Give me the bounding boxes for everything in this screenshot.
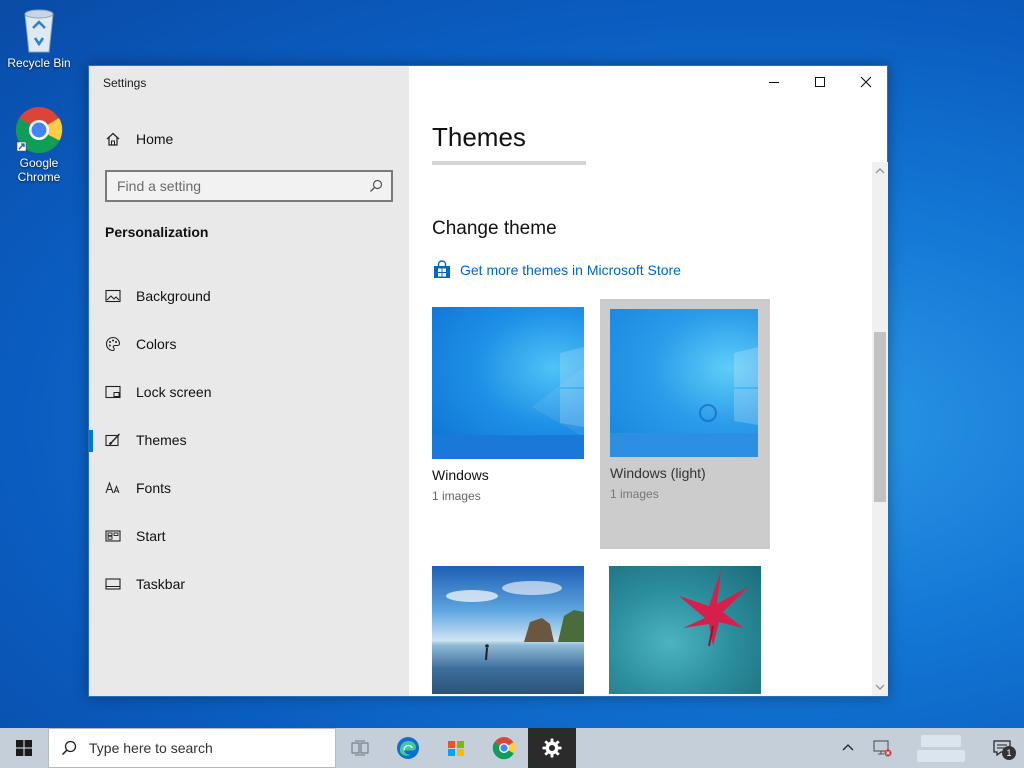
sidebar-section-title: Personalization: [105, 224, 209, 240]
taskbar-store-button[interactable]: [432, 728, 480, 768]
settings-window: Settings Home Find a setting Personaliza…: [88, 65, 888, 697]
content-scrollbar[interactable]: [872, 162, 888, 696]
sidebar-item-home[interactable]: Home: [105, 128, 173, 150]
notification-count-badge: 1: [1002, 746, 1016, 760]
task-view-button[interactable]: [336, 728, 384, 768]
sidebar-item-label: Start: [136, 528, 166, 544]
maximize-icon: [815, 77, 825, 87]
personalization-nav: Background Colors Lock screen Themes Fon…: [89, 272, 409, 608]
brush-icon: [105, 433, 121, 447]
show-hidden-icons-button[interactable]: [834, 728, 862, 768]
sidebar-item-background[interactable]: Background: [89, 272, 409, 320]
home-icon: [106, 132, 120, 146]
taskbar-settings-button[interactable]: [528, 728, 576, 768]
action-center-button[interactable]: 1: [980, 728, 1024, 768]
taskbar-search-box[interactable]: Type here to search: [48, 728, 336, 768]
minimize-icon: [769, 82, 779, 83]
chrome-icon: [492, 737, 516, 760]
sidebar-home-label: Home: [136, 131, 174, 147]
taskbar: Type here to search 1: [0, 728, 1024, 768]
sidebar-item-taskbar[interactable]: Taskbar: [89, 560, 409, 608]
desktop-icon-label: Google Chrome: [17, 156, 61, 184]
window-title: Settings: [103, 76, 147, 90]
theme-tile-windows-light[interactable]: Windows (light) 1 images: [600, 299, 770, 549]
edge-icon: [397, 737, 419, 759]
taskbar-search-placeholder: Type here to search: [89, 740, 213, 756]
chevron-up-icon: [842, 744, 854, 751]
sidebar-item-label: Taskbar: [136, 576, 186, 592]
minimize-button[interactable]: [751, 66, 797, 98]
search-placeholder: Find a setting: [117, 178, 202, 194]
theme-preview-image: [609, 566, 761, 694]
sidebar-item-label: Background: [136, 288, 211, 304]
chrome-icon: [16, 107, 63, 154]
theme-preview-image: [432, 566, 584, 694]
fonts-icon: [105, 481, 120, 494]
sidebar-item-label: Fonts: [136, 480, 172, 496]
settings-sidebar: Settings Home Find a setting Personaliza…: [89, 66, 409, 696]
sidebar-item-start[interactable]: Start: [89, 512, 409, 560]
palette-icon: [105, 336, 121, 352]
gear-icon: [542, 738, 562, 758]
windows-start-icon: [16, 740, 32, 756]
microsoft-store-icon: [448, 741, 464, 756]
system-tray: 1: [834, 728, 1024, 768]
maximize-button[interactable]: [797, 66, 843, 98]
theme-preview-image: [610, 309, 758, 457]
find-setting-input[interactable]: Find a setting: [105, 170, 393, 202]
scroll-up-icon[interactable]: [872, 164, 888, 178]
theme-image-count: 1 images: [432, 489, 481, 503]
scrollbar-thumb[interactable]: [874, 332, 886, 502]
sidebar-item-themes[interactable]: Themes: [89, 416, 409, 464]
theme-tile-beach[interactable]: [432, 566, 584, 694]
network-icon: [873, 740, 892, 757]
taskbar-edge-button[interactable]: [384, 728, 432, 768]
taskbar-icon: [105, 578, 121, 590]
sidebar-item-colors[interactable]: Colors: [89, 320, 409, 368]
picture-icon: [105, 289, 121, 303]
clock-time-blurred: [921, 734, 961, 747]
recycle-bin-icon: [24, 9, 54, 53]
microsoft-store-link[interactable]: Get more themes in Microsoft Store: [432, 260, 681, 280]
store-icon: [434, 260, 450, 278]
flower-graphic: [679, 570, 749, 647]
sidebar-item-label: Lock screen: [136, 384, 212, 400]
sidebar-item-label: Themes: [136, 432, 187, 448]
desktop-icon-recycle-bin[interactable]: Recycle Bin: [1, 8, 77, 70]
sidebar-item-lock-screen[interactable]: Lock screen: [89, 368, 409, 416]
taskbar-chrome-button[interactable]: [480, 728, 528, 768]
preview-taskbar: [610, 433, 758, 457]
start-button[interactable]: [0, 728, 48, 768]
desktop-icon-label: Recycle Bin: [7, 56, 71, 70]
theme-name: Windows (light): [610, 465, 706, 481]
title-divider: [432, 161, 586, 165]
section-title: Change theme: [432, 218, 557, 239]
clock-area[interactable]: [902, 734, 980, 762]
page-title: Themes: [432, 122, 526, 152]
desktop-icon-google-chrome[interactable]: Google Chrome: [1, 106, 77, 184]
start-menu-icon: [105, 530, 121, 542]
sidebar-item-fonts[interactable]: Fonts: [89, 464, 409, 512]
task-view-icon: [351, 740, 369, 756]
sidebar-item-label: Colors: [136, 336, 177, 352]
theme-tile-windows[interactable]: Windows 1 images: [432, 307, 584, 503]
preview-taskbar: [432, 435, 584, 459]
store-link-label: Get more themes in Microsoft Store: [460, 262, 681, 278]
theme-name: Windows: [432, 467, 489, 483]
network-status-button[interactable]: [862, 728, 902, 768]
theme-tile-flower[interactable]: [609, 566, 761, 694]
lock-screen-icon: [105, 385, 121, 399]
close-button[interactable]: [843, 66, 889, 98]
clock-date-blurred: [917, 749, 965, 762]
theme-preview-image: [432, 307, 584, 459]
search-icon: [370, 179, 383, 192]
search-icon: [61, 740, 77, 756]
theme-image-count: 1 images: [610, 487, 659, 501]
scroll-down-icon[interactable]: [872, 680, 888, 694]
close-icon: [860, 76, 872, 88]
beach-rocks-graphic: [446, 581, 584, 661]
